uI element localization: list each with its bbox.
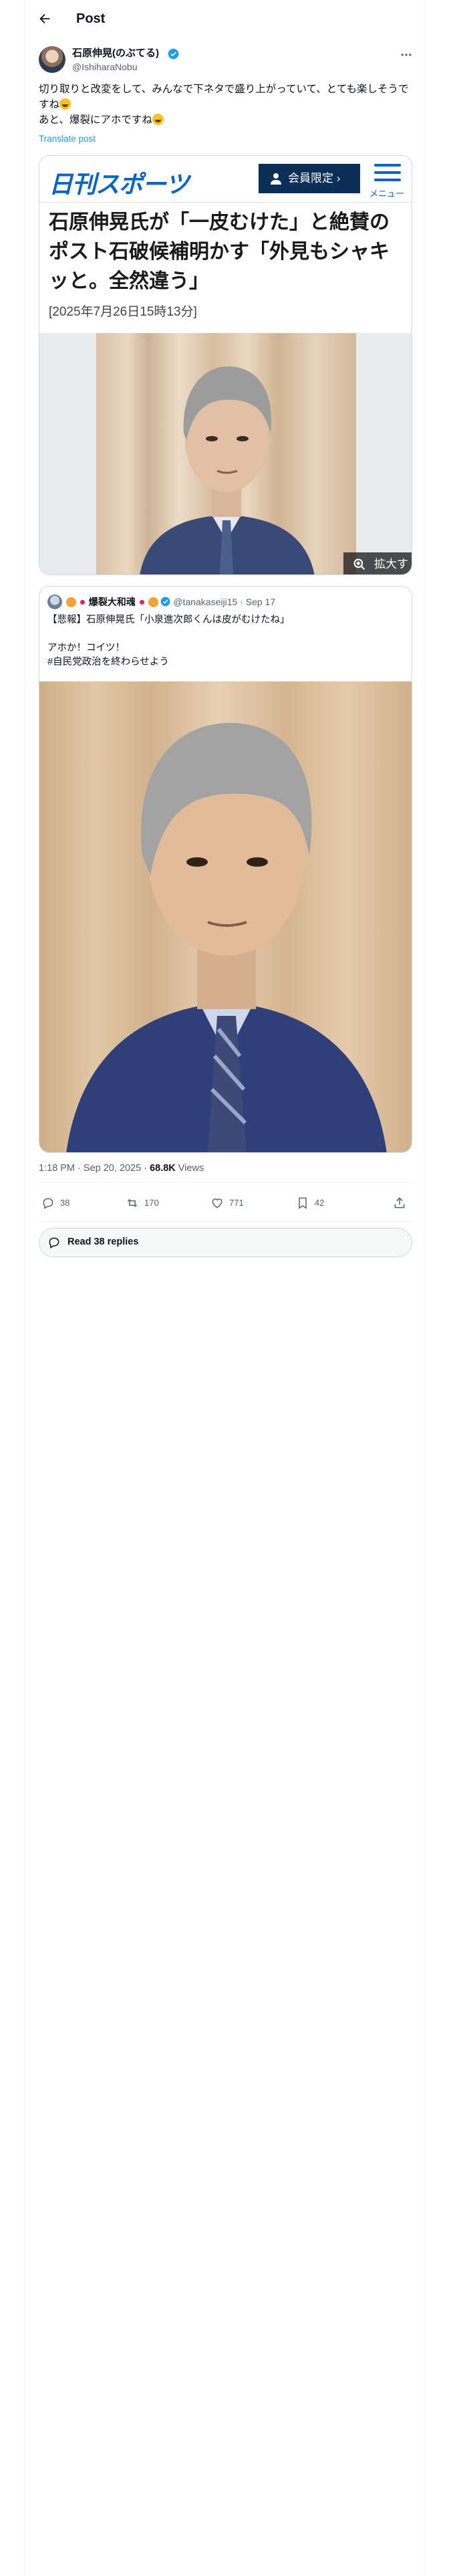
read-replies-label: Read 38 replies	[67, 1237, 139, 1247]
quote-text: 【悲報】石原伸晃氏「小泉進次郎くんは皮がむけたね」 アホか！コイツ！ #自民党政…	[47, 613, 402, 669]
tweet-text-line2: あと、爆裂にアホですね	[39, 114, 152, 126]
reply-icon	[49, 1237, 59, 1249]
translate-post-link[interactable]: Translate post	[39, 134, 96, 144]
author-name[interactable]: 石原伸晃(のぶてる)	[72, 47, 159, 60]
quote-line1: 【悲報】石原伸晃氏「小泉進次郎くんは皮がむけたね」	[47, 615, 290, 625]
views-label: Views	[175, 1163, 204, 1174]
tweet-text-line1: 切り取りと改変をして、みんなで下ネタで盛り上がっていて、とても楽しそうですね	[39, 84, 409, 110]
quote-line2: アホか！コイツ！	[47, 643, 125, 653]
repost-button[interactable]: 170	[126, 1196, 159, 1210]
zoom-label: 拡大する	[374, 558, 408, 570]
red-dot-icon	[80, 600, 85, 605]
post-timestamp[interactable]: 1:18 PM · Sep 20, 2025 ·	[39, 1163, 150, 1174]
page-title: Post	[76, 11, 106, 26]
repost-count: 170	[144, 1198, 159, 1208]
share-icon	[394, 1197, 405, 1208]
grinning-emoji-icon	[152, 114, 164, 125]
quote-avatar	[47, 595, 62, 609]
hamburger-menu-icon: メニュー	[369, 163, 404, 199]
verified-badge-icon	[161, 597, 170, 607]
article-screenshot-card[interactable]: 日刊スポーツ 会員限定 › メニュー 石原伸晃氏が「一皮むけた」と絶賛のポスト石…	[39, 155, 412, 575]
quote-hashtag[interactable]: #自民党政治を終わらせよう	[47, 657, 169, 667]
person-portrait-image	[140, 366, 315, 574]
quote-date: Sep 17	[245, 597, 276, 607]
member-only-badge: 会員限定 ›	[259, 164, 360, 193]
member-only-label: 会員限定	[288, 172, 333, 185]
zoom-button[interactable]: 拡大する	[343, 552, 412, 574]
nikkan-header: 日刊スポーツ 会員限定 › メニュー	[39, 156, 412, 203]
grinning-emoji-icon	[59, 98, 71, 110]
red-dot-icon	[139, 600, 144, 605]
back-arrow-icon[interactable]	[37, 11, 52, 26]
orange-circle-emoji-icon	[148, 597, 158, 607]
views-count: 68.8K	[150, 1163, 176, 1174]
bookmark-count: 42	[315, 1198, 325, 1208]
quote-photo	[39, 681, 412, 1152]
action-bar: 38 170 771 42	[39, 1188, 412, 1220]
repost-icon	[127, 1198, 138, 1208]
like-count: 771	[229, 1198, 244, 1208]
zoom-in-icon	[353, 558, 365, 570]
article-date: [2025年7月26日15時13分]	[49, 305, 197, 319]
more-options-icon[interactable]	[400, 48, 413, 62]
reply-button[interactable]: 38	[41, 1196, 69, 1210]
quoted-post[interactable]: 爆裂大和魂 @tanakaseiji15 · Sep 17 【悲報】石原伸晃氏「…	[39, 586, 412, 1153]
bookmark-button[interactable]: 42	[296, 1196, 324, 1210]
verified-badge-icon	[168, 48, 179, 60]
reply-count: 38	[60, 1198, 70, 1208]
header: Post	[25, 0, 425, 38]
person-icon	[271, 173, 281, 185]
share-button[interactable]	[393, 1196, 406, 1210]
tweet-text: 切り取りと改変をして、みんなで下ネタで盛り上がっていて、とても楽しそうですね あ…	[39, 82, 413, 128]
quote-author-name: 爆裂大和魂	[88, 597, 136, 607]
heart-icon	[212, 1198, 222, 1208]
divider	[39, 1182, 412, 1183]
divider	[39, 1221, 412, 1222]
nikkan-logo: 日刊スポーツ	[49, 171, 189, 199]
main-column: Post 石原伸晃(のぶてる) @IshiharaNobu 切り取りと改変をして…	[25, 0, 426, 2576]
quote-header: 爆裂大和魂 @tanakaseiji15 · Sep 17	[66, 595, 275, 609]
orange-circle-emoji-icon	[66, 597, 76, 607]
post-meta: 1:18 PM · Sep 20, 2025 · 68.8K Views	[39, 1162, 204, 1175]
read-replies-button[interactable]: Read 38 replies	[39, 1228, 412, 1257]
menu-label: メニュー	[369, 189, 405, 199]
article-title: 石原伸晃氏が「一皮むけた」と絶賛のポスト石破候補明かす「外見もシャキッと。全然違…	[49, 211, 390, 292]
article-photo: 拡大する	[39, 333, 412, 574]
bookmark-icon	[299, 1197, 307, 1209]
reply-icon	[43, 1198, 53, 1209]
quote-author-handle: @tanakaseiji15	[173, 597, 238, 607]
avatar[interactable]	[39, 46, 65, 73]
like-button[interactable]: 771	[210, 1196, 244, 1210]
author-handle[interactable]: @IshiharaNobu	[72, 60, 138, 74]
person-portrait-image	[66, 722, 387, 1152]
